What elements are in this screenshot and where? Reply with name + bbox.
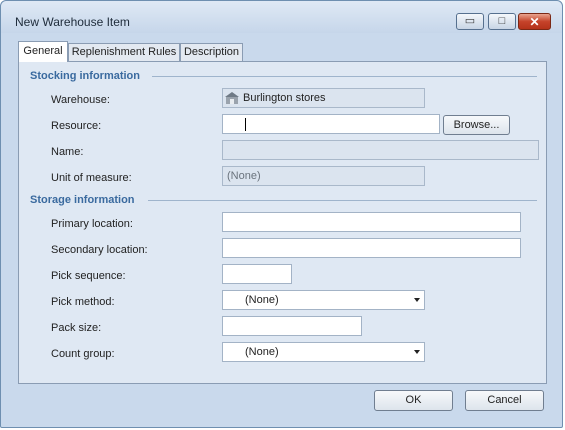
pack-size-label: Pack size:: [51, 322, 102, 334]
pick-sequence-label: Pick sequence:: [51, 270, 126, 282]
pick-method-select[interactable]: (None): [222, 290, 425, 310]
secondary-location-label: Secondary location:: [51, 244, 148, 256]
warehouse-label: Warehouse:: [51, 94, 110, 106]
dialog-window: New Warehouse Item ▭ □ ✕ General Repleni…: [0, 0, 563, 428]
storage-section-header: Storage information: [30, 194, 135, 206]
pick-method-label: Pick method:: [51, 296, 115, 308]
text-cursor: [245, 118, 246, 131]
window-title: New Warehouse Item: [15, 15, 130, 29]
tab-general[interactable]: General: [18, 41, 68, 62]
maximize-icon: □: [498, 15, 506, 27]
count-group-select[interactable]: (None): [222, 342, 425, 362]
close-button[interactable]: ✕: [518, 13, 551, 30]
warehouse-icon: [225, 92, 239, 104]
count-group-label: Count group:: [51, 348, 115, 360]
warehouse-field: Burlington stores: [222, 88, 425, 108]
cancel-button[interactable]: Cancel: [465, 390, 544, 411]
general-panel: Stocking information Warehouse: Burlingt…: [18, 61, 547, 384]
name-label: Name:: [51, 146, 84, 158]
name-field: [222, 140, 539, 160]
warehouse-value: Burlington stores: [243, 92, 326, 104]
count-group-value: (None): [245, 346, 279, 358]
chevron-down-icon: [414, 298, 420, 302]
pick-sequence-input[interactable]: [222, 264, 292, 284]
unit-of-measure-value: (None): [227, 170, 261, 182]
maximize-button[interactable]: □: [488, 13, 516, 30]
close-icon: ✕: [529, 14, 540, 29]
secondary-location-input[interactable]: [222, 238, 521, 258]
primary-location-input[interactable]: [222, 212, 521, 232]
ok-button[interactable]: OK: [374, 390, 453, 411]
pack-size-input[interactable]: [222, 316, 362, 336]
unit-of-measure-label: Unit of measure:: [51, 172, 132, 184]
minimize-button[interactable]: ▭: [456, 13, 484, 30]
browse-button[interactable]: Browse...: [443, 115, 510, 135]
title-bar[interactable]: New Warehouse Item ▭ □ ✕: [1, 1, 562, 33]
pick-method-value: (None): [245, 294, 279, 306]
unit-of-measure-field: (None): [222, 166, 425, 186]
primary-location-label: Primary location:: [51, 218, 133, 230]
section-divider: [148, 200, 537, 201]
stocking-section-header: Stocking information: [30, 70, 140, 82]
tab-replenishment-rules[interactable]: Replenishment Rules: [68, 43, 180, 61]
section-divider: [152, 76, 537, 77]
resource-label: Resource:: [51, 120, 102, 132]
chevron-down-icon: [414, 350, 420, 354]
minimize-icon: ▭: [464, 15, 476, 27]
tab-description[interactable]: Description: [180, 43, 243, 61]
resource-input[interactable]: [222, 114, 440, 134]
